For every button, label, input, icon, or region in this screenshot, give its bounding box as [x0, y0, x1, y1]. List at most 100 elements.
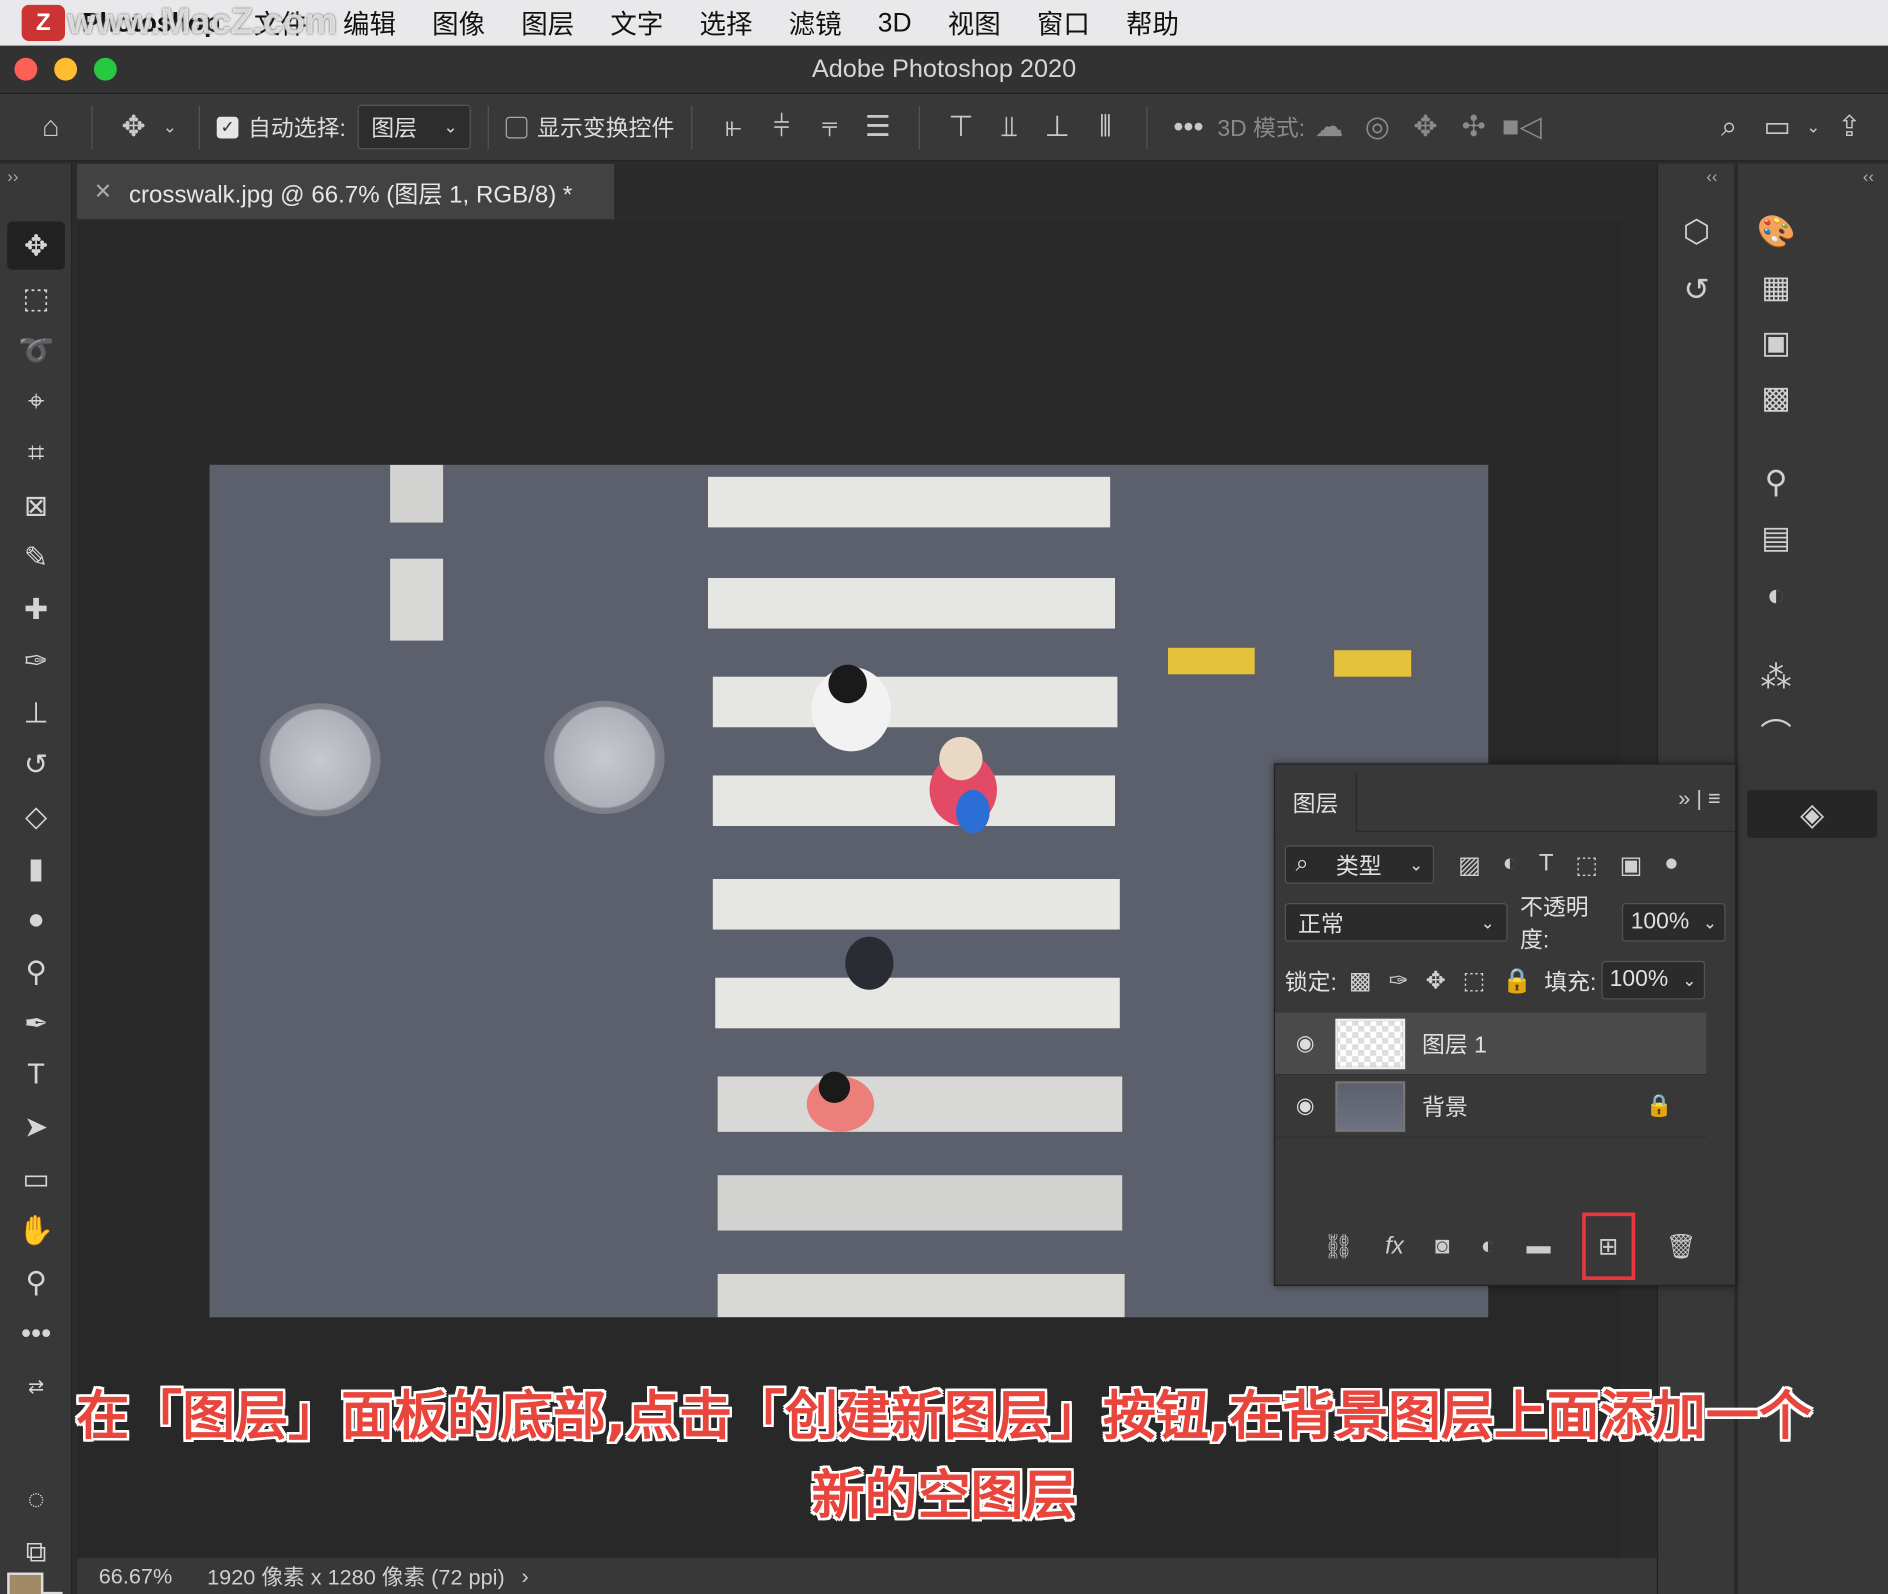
zoom-tool-icon[interactable]: ⚲: [7, 1258, 65, 1306]
menu-help[interactable]: 帮助: [1126, 4, 1179, 43]
3d-slide-icon[interactable]: ✣: [1450, 103, 1498, 151]
swatches-panel-icon[interactable]: ▦: [1752, 262, 1800, 310]
document-tab[interactable]: ✕ crosswalk.jpg @ 66.7% (图层 1, RGB/8) *: [77, 163, 615, 220]
filter-smart-object-icon[interactable]: ▣: [1620, 849, 1643, 879]
search-icon[interactable]: ⌕: [1705, 103, 1753, 151]
align-bottom-icon[interactable]: ⊥: [1033, 103, 1081, 151]
lock-artboard-icon[interactable]: ⬚: [1463, 965, 1486, 995]
adjustments-panel-icon[interactable]: ◐: [1752, 571, 1800, 619]
crop-tool-icon[interactable]: ⌗: [7, 430, 65, 478]
collapse-icon[interactable]: ‹‹: [1863, 166, 1874, 185]
brush-tool-icon[interactable]: ✑: [7, 637, 65, 685]
menu-select[interactable]: 选择: [700, 4, 753, 43]
history-panel-icon[interactable]: ↺: [1672, 265, 1720, 313]
trash-icon[interactable]: 🗑: [1666, 1231, 1697, 1261]
add-mask-icon[interactable]: ◙: [1435, 1232, 1450, 1260]
lasso-tool-icon[interactable]: ➰: [7, 326, 65, 374]
3d-roll-icon[interactable]: ◎: [1353, 103, 1401, 151]
filter-pixel-icon[interactable]: ▨: [1458, 849, 1481, 879]
3d-orbit-icon[interactable]: ☁: [1305, 103, 1353, 151]
auto-select-dropdown[interactable]: 图层 ⌄: [357, 104, 471, 150]
fx-icon[interactable]: fx: [1385, 1232, 1404, 1260]
lock-position-icon[interactable]: ✥: [1426, 965, 1446, 995]
filter-adjustment-icon[interactable]: ◐: [1503, 849, 1518, 879]
hand-tool-icon[interactable]: ✋: [7, 1207, 65, 1255]
lock-image-icon[interactable]: ✑: [1389, 965, 1409, 995]
align-right-icon[interactable]: ⫧: [806, 103, 854, 151]
distribute-vertical-icon[interactable]: ☰: [854, 103, 902, 151]
share-icon[interactable]: ⇪: [1825, 103, 1873, 151]
history-brush-tool-icon[interactable]: ↺: [7, 741, 65, 789]
blur-tool-icon[interactable]: ●: [7, 896, 65, 944]
gradient-tool-icon[interactable]: ▮: [7, 844, 65, 892]
align-top-icon[interactable]: ⊤: [937, 103, 985, 151]
new-layer-button[interactable]: ⊞: [1581, 1212, 1635, 1280]
move-tool-preset-icon[interactable]: ✥: [110, 103, 158, 151]
home-icon[interactable]: ⌂: [26, 103, 74, 151]
chevron-right-icon[interactable]: ›: [522, 1564, 529, 1589]
move-tool-icon[interactable]: ✥: [7, 221, 66, 270]
new-group-icon[interactable]: ▬: [1527, 1232, 1551, 1260]
more-options-icon[interactable]: •••: [1164, 103, 1212, 151]
close-icon[interactable]: ✕: [94, 179, 112, 204]
channels-panel-icon[interactable]: ⁂: [1752, 653, 1800, 701]
menu-3d[interactable]: 3D: [878, 7, 912, 38]
quick-select-tool-icon[interactable]: ⌖: [7, 378, 65, 426]
dodge-tool-icon[interactable]: ⚲: [7, 948, 65, 996]
workspace-icon[interactable]: ▭: [1753, 103, 1801, 151]
align-vcenter-icon[interactable]: ⫫: [985, 103, 1033, 151]
blend-mode-dropdown[interactable]: 正常 ⌄: [1284, 903, 1508, 942]
menu-file[interactable]: 文件: [254, 4, 307, 43]
patterns-panel-icon[interactable]: ▩: [1752, 373, 1800, 421]
show-transform-checkbox[interactable]: [505, 116, 528, 138]
3d-camera-icon[interactable]: ■◁: [1498, 103, 1546, 151]
align-hcenter-icon[interactable]: ⫩: [757, 103, 805, 151]
libraries-panel-icon[interactable]: ▤: [1752, 513, 1800, 561]
path-select-tool-icon[interactable]: ➤: [7, 1103, 65, 1151]
chevron-down-icon[interactable]: ⌄: [158, 103, 182, 151]
clone-stamp-tool-icon[interactable]: ⊥: [7, 689, 65, 737]
menu-filter[interactable]: 滤镜: [789, 4, 842, 43]
expand-icon[interactable]: ››: [7, 166, 18, 185]
color-panel-icon[interactable]: 🎨: [1752, 207, 1800, 255]
layer-row[interactable]: ◉ 背景 🔒: [1275, 1075, 1707, 1138]
chevron-down-icon[interactable]: ⌄: [1801, 103, 1825, 151]
tab-layers[interactable]: 图层: [1275, 771, 1358, 833]
distribute-horizontal-icon[interactable]: ⦀: [1081, 103, 1129, 151]
menu-type[interactable]: 文字: [610, 4, 663, 43]
menu-image[interactable]: 图像: [432, 4, 485, 43]
pen-tool-icon[interactable]: ✒: [7, 999, 65, 1047]
zoom-level[interactable]: 66.67%: [99, 1564, 207, 1589]
type-tool-icon[interactable]: T: [7, 1051, 65, 1099]
app-menu[interactable]: Photoshop: [82, 7, 220, 38]
healing-brush-tool-icon[interactable]: ✚: [7, 585, 65, 633]
collapse-icon[interactable]: ‹‹: [1706, 166, 1717, 185]
layer-row[interactable]: ◉ 图层 1: [1275, 1012, 1707, 1076]
minimize-window-button[interactable]: [54, 57, 78, 81]
gradients-panel-icon[interactable]: ▣: [1752, 318, 1800, 366]
zoom-window-button[interactable]: [93, 57, 117, 81]
marquee-tool-icon[interactable]: ⬚: [7, 275, 65, 323]
filter-kind-dropdown[interactable]: ⌕ 类型 ⌄: [1284, 845, 1435, 884]
menu-window[interactable]: 窗口: [1037, 4, 1090, 43]
3d-pan-icon[interactable]: ✥: [1401, 103, 1449, 151]
eye-icon[interactable]: ◉: [1275, 1031, 1335, 1056]
close-window-button[interactable]: [14, 57, 38, 81]
filter-type-icon[interactable]: T: [1539, 849, 1554, 879]
align-left-icon[interactable]: ⫦: [709, 103, 757, 151]
filter-toggle[interactable]: ●: [1664, 849, 1679, 879]
menu-layer[interactable]: 图层: [521, 4, 574, 43]
properties-panel-icon[interactable]: ⚲: [1752, 458, 1800, 506]
frame-tool-icon[interactable]: ⊠: [7, 482, 65, 530]
opacity-field[interactable]: 100% ⌄: [1622, 903, 1726, 942]
lock-all-icon[interactable]: 🔒: [1502, 965, 1532, 995]
edit-toolbar-icon[interactable]: •••: [7, 1310, 65, 1358]
eye-icon[interactable]: ◉: [1275, 1093, 1335, 1118]
adjustment-layer-icon[interactable]: ◐: [1481, 1232, 1496, 1260]
panel-menu-icon[interactable]: » | ≡: [1678, 786, 1720, 811]
lock-transparent-icon[interactable]: ▩: [1349, 965, 1372, 995]
fill-field[interactable]: 100% ⌄: [1601, 960, 1705, 1000]
eyedropper-tool-icon[interactable]: ✎: [7, 533, 65, 581]
eraser-tool-icon[interactable]: ◇: [7, 792, 65, 840]
paths-panel-icon[interactable]: ⌒: [1752, 708, 1800, 756]
